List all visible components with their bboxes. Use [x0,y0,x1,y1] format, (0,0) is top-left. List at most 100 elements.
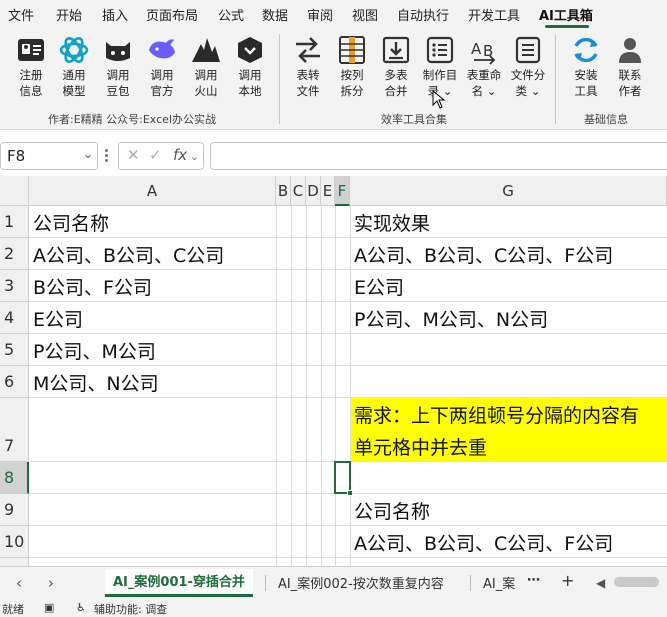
menu-formulas[interactable]: 公式 [218,5,244,24]
row-header-11[interactable]: 11 [0,558,29,566]
row-header-4[interactable]: 4 [0,302,29,334]
menu-automate[interactable]: 自动执行 [397,5,449,24]
split-by-column-button[interactable]: 按列 拆分 [332,34,372,98]
formula-bar: F8 ⌄ ✕ ✓ fx ⌄ [0,136,667,174]
select-all-corner[interactable] [0,176,29,206]
more-sheets-icon[interactable]: ⋯ [527,573,540,588]
sheet-tab-case001[interactable]: AI_案例001-穿插合并 [105,569,253,597]
fill-handle[interactable] [347,490,353,496]
horizontal-scrollbar[interactable] [614,577,659,587]
local-model-icon [234,34,266,66]
register-id-icon [15,34,47,66]
column-header-b[interactable]: B [276,176,291,206]
install-tool-button[interactable]: 安装 工具 [566,34,606,98]
table-of-contents-icon [424,34,456,66]
register-info-button[interactable]: 注册 信息 [11,34,51,98]
contact-author-button[interactable]: 联系 作者 [610,34,650,98]
menu-home[interactable]: 开始 [56,5,82,24]
table-to-file-button[interactable]: 表转 文件 [288,34,328,98]
volcano-icon [190,34,222,66]
mouse-pointer-icon [432,90,446,109]
sheet-tab-case-truncated[interactable]: AI_案 [483,573,515,592]
status-bar: 就绪 ▣ ♿ 辅助功能: 调查 [0,600,667,617]
column-header-f[interactable]: F [335,176,350,206]
menu-insert[interactable]: 插入 [102,5,128,24]
column-header-g[interactable]: G [350,176,667,206]
row-header-7[interactable]: 7 [0,398,29,462]
call-official-button[interactable]: 调用 官方 [142,34,182,98]
more-vertical-icon[interactable] [105,149,108,163]
column-header-c[interactable]: C [291,176,306,206]
status-accessibility[interactable]: 辅助功能: 调查 [94,601,167,617]
cell-g10[interactable]: A公司、B公司、C公司、F公司 [350,529,613,556]
menu-data[interactable]: 数据 [262,5,288,24]
cell-a4[interactable]: E公司 [29,305,83,332]
call-doubao-button[interactable]: 调用 豆包 [98,34,138,98]
formula-input[interactable] [210,142,667,170]
row-header-6[interactable]: 6 [0,366,29,398]
cell-a2[interactable]: A公司、B公司、C公司 [29,241,224,268]
group-label-author: 作者:E精精 公众号:Excel办公实战 [48,113,216,126]
cell-g7-line1[interactable]: 需求：上下两组顿号分隔的内容有 [350,401,639,428]
accessibility-icon[interactable]: ♿ [76,601,86,614]
menu-view[interactable]: 视图 [352,5,378,24]
worksheet-grid[interactable]: A B C D E F G 1 2 3 4 5 6 7 8 9 10 11 公司… [0,176,667,566]
cancel-icon[interactable]: ✕ [127,146,140,164]
menu-file[interactable]: 文件 [8,5,34,24]
row-header-5[interactable]: 5 [0,334,29,366]
group-label-basic-info: 基础信息 [584,113,628,126]
group-separator [555,34,556,124]
file-classify-button[interactable]: 文件分 类 ⌄ [508,34,548,98]
sheet-tab-case002[interactable]: AI_案例002-按次数重复内容 [278,573,444,592]
add-sheet-button[interactable]: + [561,571,574,590]
cell-g2[interactable]: A公司、B公司、C公司、F公司 [350,241,613,268]
general-model-button[interactable]: 通用 模型 [54,34,94,98]
macro-record-icon[interactable]: ▣ [44,601,54,614]
insert-function-icon[interactable]: fx [173,146,187,164]
menu-review[interactable]: 审阅 [307,5,333,24]
cell-g4[interactable]: P公司、M公司、N公司 [350,305,548,332]
svg-text:A: A [471,40,482,58]
cell-a5[interactable]: P公司、M公司 [29,337,156,364]
swap-arrows-icon [292,34,324,66]
scroll-right-icon[interactable]: › [48,574,54,592]
row-header-2[interactable]: 2 [0,238,29,270]
rename-sheets-button[interactable]: AB 表重命 名 ⌄ [464,34,504,98]
deepseek-whale-icon [146,34,178,66]
name-box[interactable]: F8 ⌄ [0,142,98,170]
merge-sheets-icon [380,34,412,66]
menu-page-layout[interactable]: 页面布局 [146,5,198,24]
chevron-down-icon[interactable]: ⌄ [190,150,199,163]
menu-bar: 文件 开始 插入 页面布局 公式 数据 审阅 视图 自动执行 开发工具 AI工具… [0,0,667,28]
row-header-8[interactable]: 8 [0,462,29,494]
rename-sheet-icon: AB [468,34,500,66]
ribbon: 注册 信息 通用 模型 调用 豆包 调用 官方 调用 火山 调用 本地 作者:E… [0,28,667,130]
split-columns-icon [336,34,368,66]
scroll-left-icon[interactable]: ‹ [16,574,22,592]
call-local-button[interactable]: 调用 本地 [230,34,270,98]
cell-a6[interactable]: M公司、N公司 [29,369,159,396]
merge-sheets-button[interactable]: 多表 合并 [376,34,416,98]
cell-g7-line2[interactable]: 单元格中并去重 [350,433,487,460]
menu-ai-toolbox[interactable]: AI工具箱 [539,5,593,24]
cell-a3[interactable]: B公司、F公司 [29,273,152,300]
row-header-10[interactable]: 10 [0,526,29,558]
call-volcano-button[interactable]: 调用 火山 [186,34,226,98]
column-header-e[interactable]: E [321,176,335,206]
chevron-down-icon[interactable]: ⌄ [83,147,93,161]
cell-g9[interactable]: 公司名称 [350,497,430,524]
row-header-9[interactable]: 9 [0,494,29,526]
cell-g3[interactable]: E公司 [350,273,404,300]
row-header-3[interactable]: 3 [0,270,29,302]
row-header-1[interactable]: 1 [0,206,29,238]
sheet-tab-bar: ‹ › AI_案例001-穿插合并 AI_案例002-按次数重复内容 AI_案 … [0,566,667,600]
menu-developer[interactable]: 开发工具 [468,5,520,24]
formula-controls: ✕ ✓ fx ⌄ [118,142,204,170]
column-header-d[interactable]: D [306,176,321,206]
cell-g1[interactable]: 实现效果 [350,209,430,236]
cell-a1[interactable]: 公司名称 [29,209,109,236]
confirm-icon[interactable]: ✓ [149,146,162,164]
make-toc-button[interactable]: 制作目 录 ⌄ [420,34,460,98]
column-header-a[interactable]: A [29,176,276,206]
hscroll-left-icon[interactable]: ◀ [596,576,605,590]
